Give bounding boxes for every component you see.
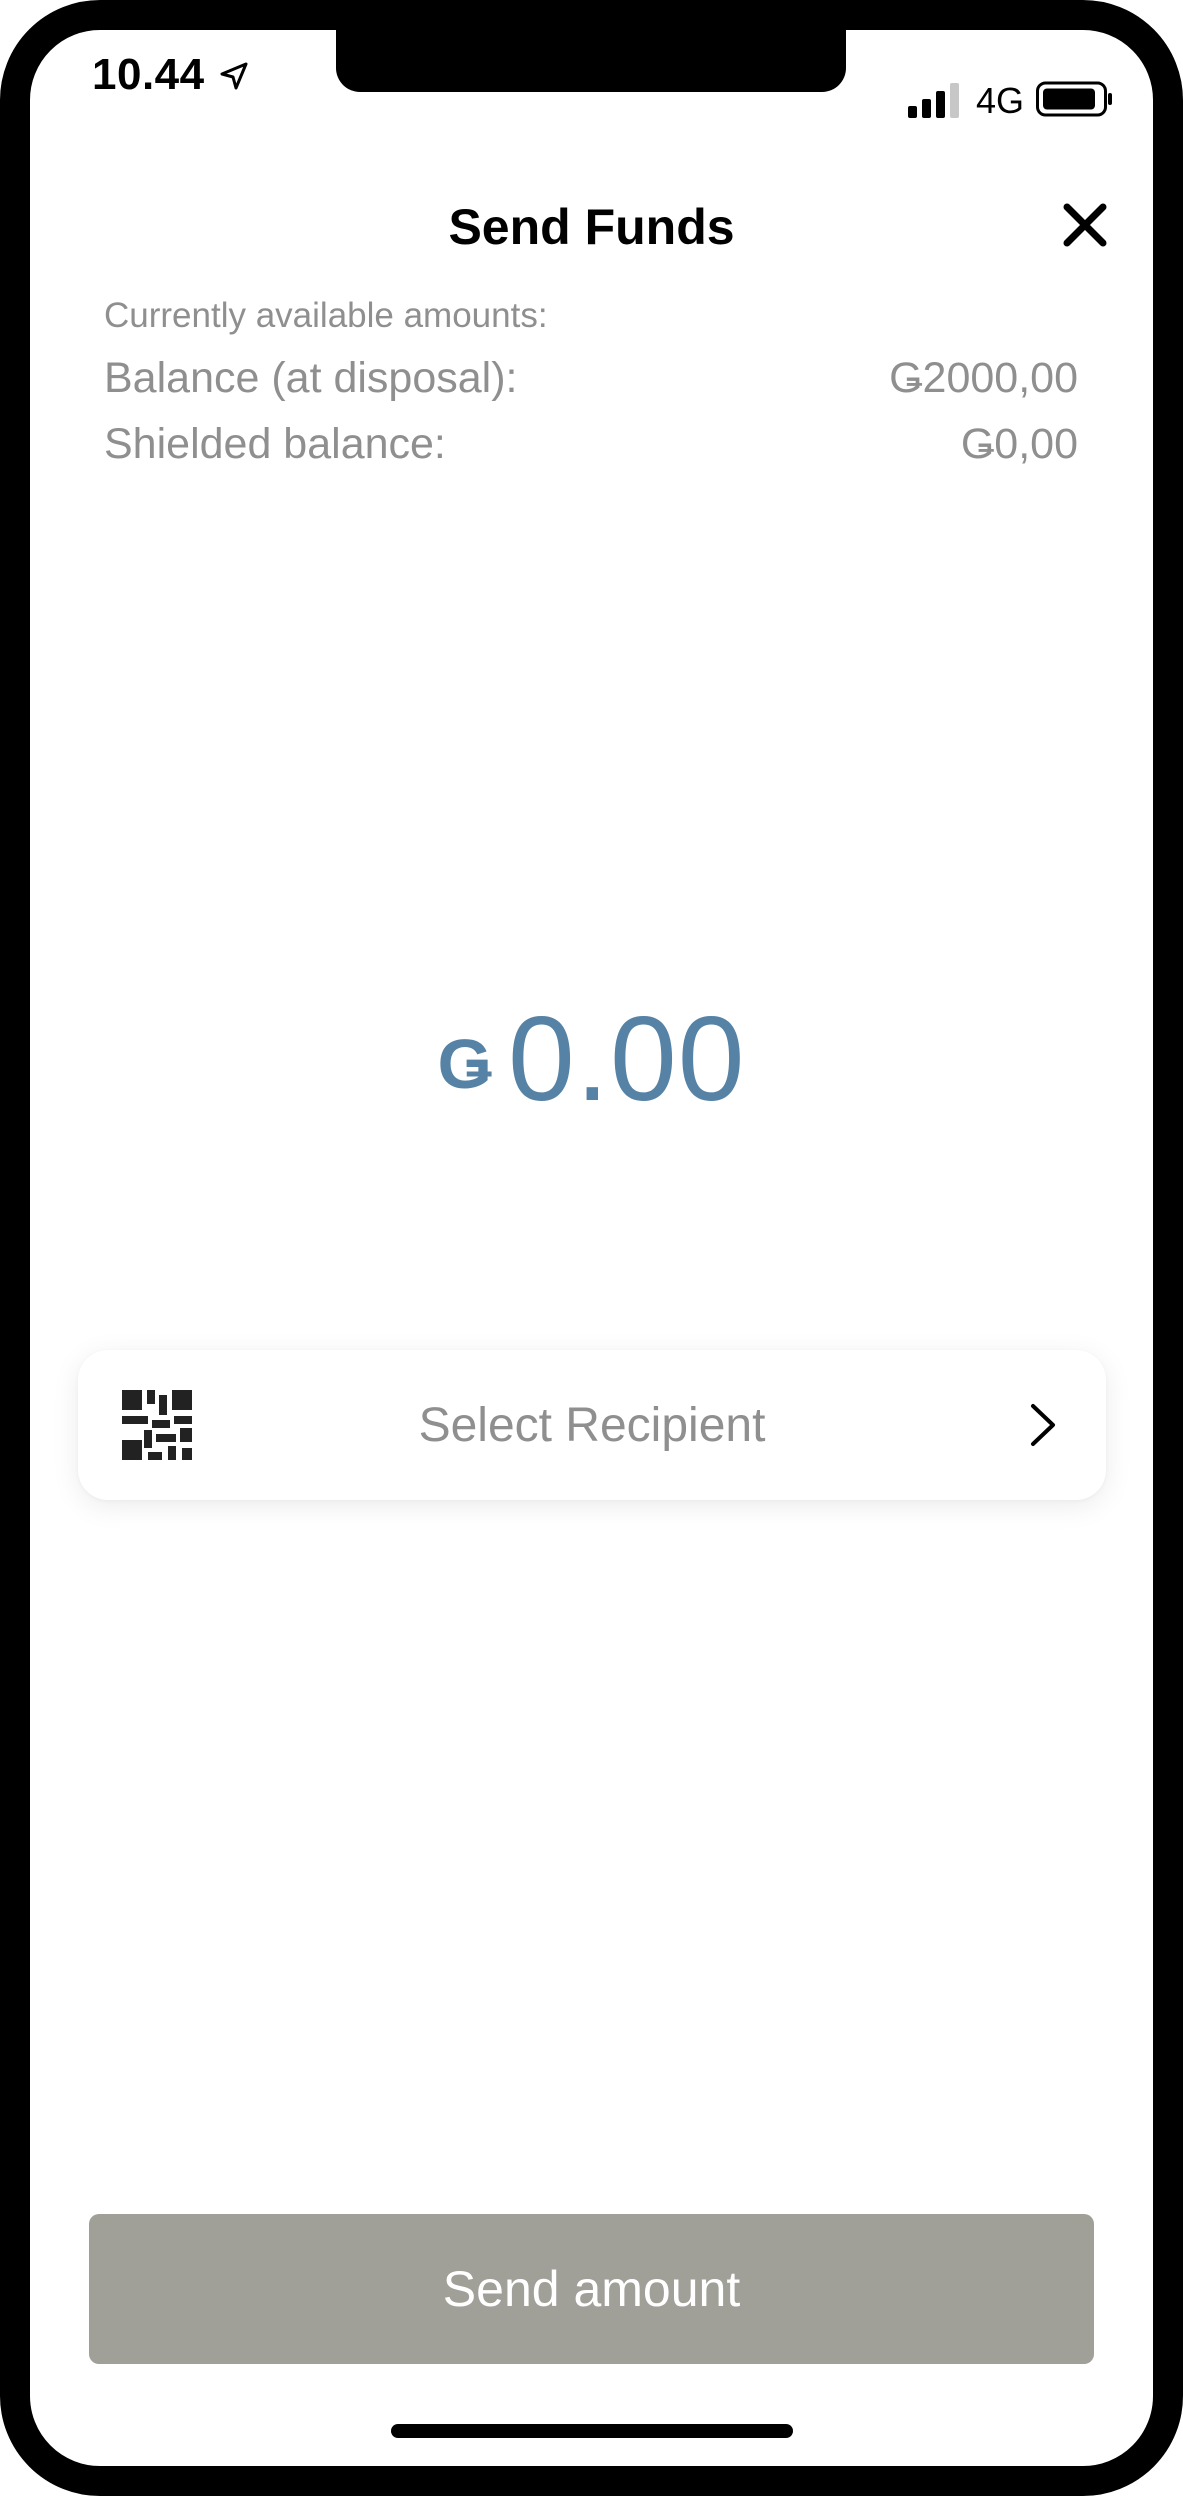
shielded-balance-row: Shielded balance: Ǥ0,00 <box>104 420 1078 469</box>
balance-label: Balance (at disposal): <box>104 354 518 402</box>
signal-bars-icon <box>908 83 959 118</box>
status-time: 10.44 <box>92 50 205 99</box>
device-notch <box>336 20 846 92</box>
send-amount-button[interactable]: Send amount <box>89 2214 1094 2364</box>
close-icon[interactable] <box>1062 202 1108 248</box>
currency-symbol: Ǥ <box>437 1025 492 1103</box>
select-recipient-label: Select Recipient <box>418 1399 766 1452</box>
available-amounts-label: Currently available amounts: <box>104 296 548 335</box>
network-type: 4G <box>976 80 1025 121</box>
amount-value: 0.00 <box>507 992 746 1126</box>
chevron-right-icon <box>1031 1404 1055 1446</box>
select-recipient-button[interactable]: Select Recipient <box>78 1350 1106 1500</box>
home-indicator[interactable] <box>391 2424 793 2438</box>
battery-icon <box>1036 81 1112 117</box>
balance-value: Ǥ2000,00 <box>889 354 1078 402</box>
balance-row: Balance (at disposal): Ǥ2000,00 <box>104 354 1078 403</box>
amount-display[interactable]: Ǥ 0.00 <box>0 990 1183 1128</box>
shielded-balance-label: Shielded balance: <box>104 420 446 468</box>
shielded-balance-value: Ǥ0,00 <box>960 420 1078 468</box>
location-arrow-icon <box>220 62 248 90</box>
page-title: Send Funds <box>448 199 735 255</box>
